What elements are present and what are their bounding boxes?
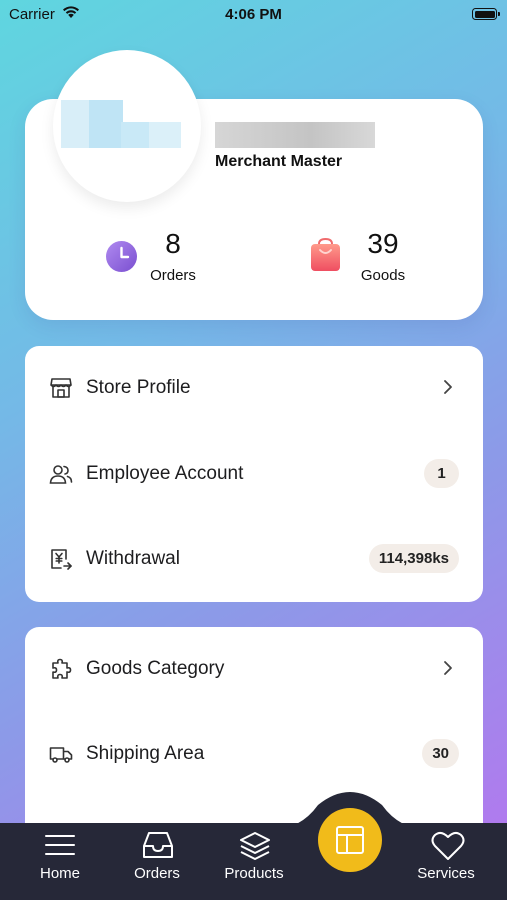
menu-row-employee-account[interactable]: Employee Account 1: [25, 444, 483, 504]
chevron-right-icon: [444, 380, 452, 394]
tab-services-label: Services: [417, 865, 475, 882]
tab-home[interactable]: Home: [15, 823, 105, 900]
orders-count: 8: [165, 228, 181, 259]
goods-label: Goods: [360, 267, 406, 284]
yen-receipt-icon: [51, 549, 72, 570]
tab-home-label: Home: [39, 865, 80, 882]
shopping-bag-icon: [311, 238, 340, 271]
merchant-name-redacted: [215, 122, 375, 148]
clock-icon: [106, 241, 137, 272]
tab-services[interactable]: Services: [401, 823, 491, 900]
menu-row-shipping-area[interactable]: Shipping Area 30: [25, 724, 483, 784]
tab-orders-label: Orders: [134, 865, 180, 882]
avatar[interactable]: [53, 50, 201, 202]
tab-orders[interactable]: Orders: [112, 823, 202, 900]
orders-label: Orders: [150, 267, 196, 284]
battery-icon: [472, 8, 500, 20]
goods-category-label: Goods Category: [86, 658, 225, 679]
shipping-area-label: Shipping Area: [86, 743, 205, 764]
layout-icon: [336, 826, 364, 854]
menu-row-withdrawal[interactable]: Withdrawal 114,398ks: [25, 529, 483, 589]
goods-count: 39: [367, 228, 399, 259]
employee-count-badge: 1: [424, 459, 459, 488]
store-profile-label: Store Profile: [86, 377, 191, 398]
status-bar: Carrier 4:06 PM: [0, 0, 507, 30]
menu-row-goods-category[interactable]: Goods Category: [25, 639, 483, 699]
withdrawal-amount-badge: 114,398ks: [368, 544, 459, 573]
layers-icon: [240, 832, 270, 860]
avatar-image-blurred: [61, 100, 191, 160]
users-icon: [49, 465, 73, 484]
tab-products-label: Products: [224, 865, 284, 882]
menu-row-store-profile[interactable]: Store Profile: [25, 358, 483, 418]
truck-icon: [49, 747, 73, 763]
tab-products[interactable]: Products: [209, 823, 299, 900]
store-icon: [50, 378, 72, 398]
withdrawal-label: Withdrawal: [86, 548, 180, 569]
inbox-icon: [143, 832, 173, 858]
status-time: 4:06 PM: [225, 6, 282, 23]
heart-icon: [431, 831, 465, 860]
chevron-right-icon: [444, 661, 452, 675]
account-menu-card: Store Profile Employee Account 1 Withdra…: [25, 346, 483, 602]
merchant-title: Merchant Master: [215, 153, 343, 170]
menu-icon: [45, 835, 75, 855]
puzzle-icon: [52, 658, 72, 679]
center-action-button[interactable]: [318, 808, 382, 872]
shipping-area-count-badge: 30: [422, 739, 459, 768]
employee-account-label: Employee Account: [86, 463, 244, 484]
